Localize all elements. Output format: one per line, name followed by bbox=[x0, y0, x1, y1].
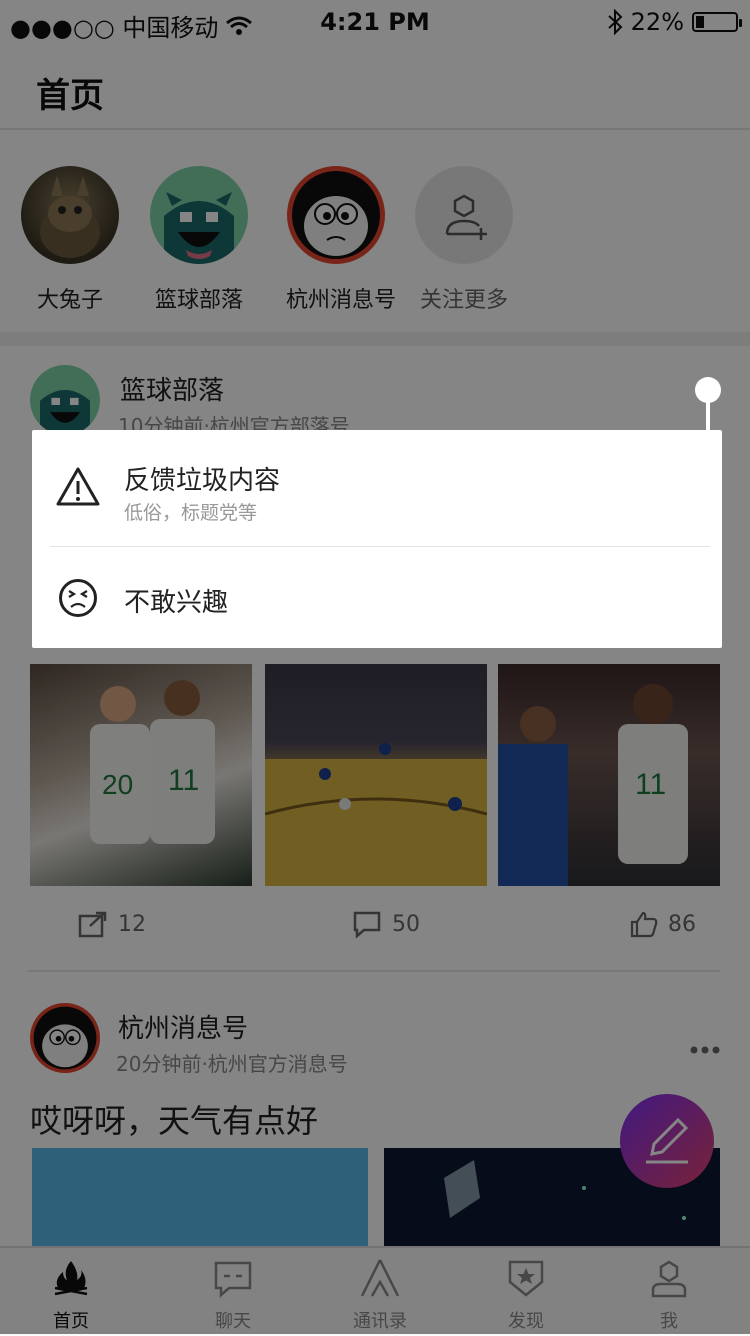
not-interested-option[interactable]: 不敢兴趣 bbox=[32, 548, 722, 648]
popup-divider bbox=[50, 546, 710, 547]
not-interested-label: 不敢兴趣 bbox=[124, 588, 229, 618]
feedback-popup: 反馈垃圾内容 低俗，标题党等 不敢兴趣 bbox=[32, 430, 722, 648]
report-spam-subtitle: 低俗，标题党等 bbox=[124, 502, 258, 524]
warning-icon bbox=[56, 467, 100, 506]
dim-overlay[interactable] bbox=[0, 0, 750, 1334]
report-spam-option[interactable]: 反馈垃圾内容 低俗，标题党等 bbox=[32, 430, 722, 546]
sad-face-icon bbox=[59, 579, 97, 617]
report-spam-title: 反馈垃圾内容 bbox=[124, 466, 281, 496]
popup-anchor-stem bbox=[706, 398, 710, 432]
